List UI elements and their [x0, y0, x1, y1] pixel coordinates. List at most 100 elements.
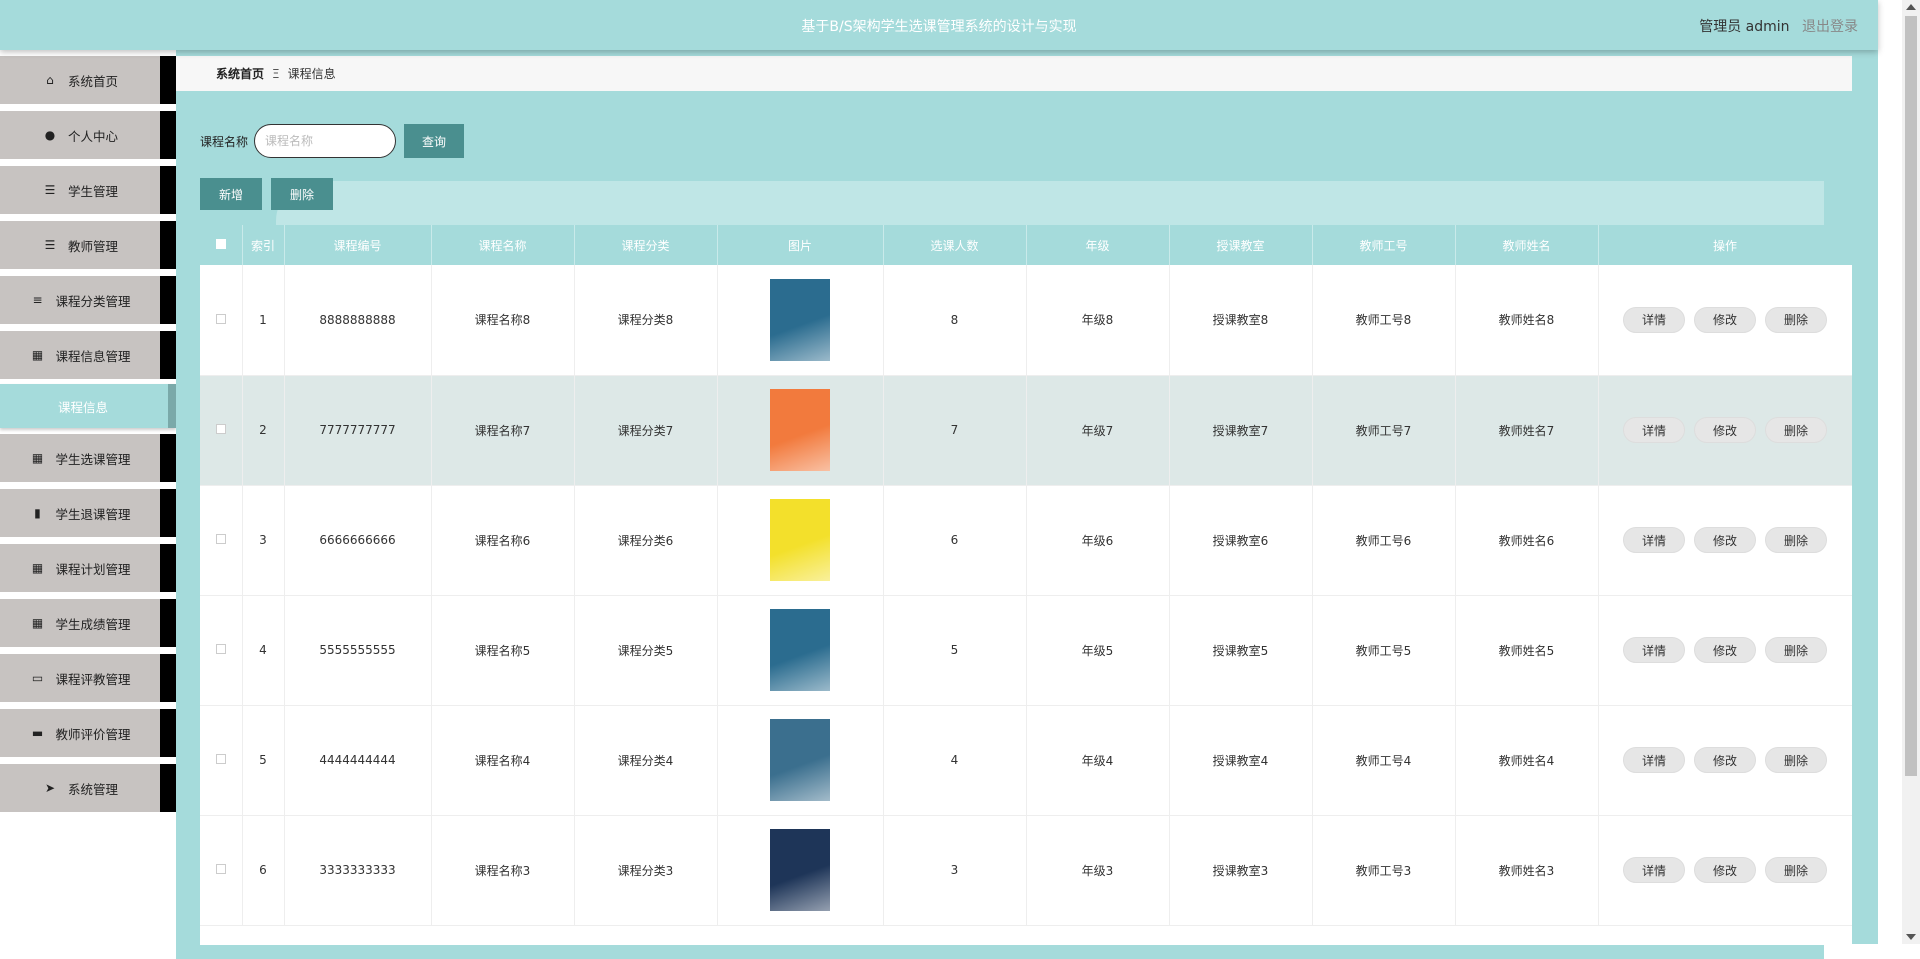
select-all-header	[200, 225, 243, 265]
search-row: 课程名称 查询	[200, 124, 465, 158]
cell-teacher-name: 教师姓名4	[1455, 705, 1599, 816]
sidebar-item-9[interactable]: ▦ 课程计划管理	[0, 544, 176, 592]
detail-button[interactable]: 详情	[1623, 306, 1685, 333]
delete-button[interactable]: 删除	[1765, 306, 1827, 333]
sidebar-item-10[interactable]: ▦ 学生成绩管理	[0, 599, 176, 647]
column-header: 教师工号	[1312, 225, 1456, 265]
sidebar-item-4[interactable]: ≡ 课程分类管理	[0, 276, 176, 324]
row-checkbox[interactable]	[215, 534, 226, 544]
cell-category: 课程分类5	[574, 595, 718, 706]
edit-button[interactable]: 修改	[1694, 527, 1756, 553]
cell-grade: 年级8	[1026, 265, 1170, 376]
cell-count: 8	[883, 265, 1027, 376]
grid-icon: ▦	[31, 451, 44, 465]
table-row: 4 5555555555 课程名称5 课程分类5 5 年级5 授课教室5 教师工号5 教师姓名5…	[200, 595, 1852, 706]
cell-grade: 年级5	[1026, 595, 1170, 706]
cell-name: 课程名称5	[431, 595, 575, 706]
column-header: 授课教室	[1169, 225, 1313, 265]
row-checkbox[interactable]	[215, 313, 226, 324]
add-button[interactable]: 新增	[200, 178, 263, 210]
row-checkbox[interactable]	[215, 644, 226, 654]
sidebar-item-label: 课程信息	[58, 399, 109, 415]
sidebar-item-label: 学生成绩管理	[55, 616, 131, 632]
sidebar-item-13[interactable]: ➤ 系统管理	[0, 764, 176, 812]
delete-button[interactable]: 删除	[1765, 417, 1827, 443]
delete-button[interactable]: 删除	[1765, 857, 1827, 883]
cell-count: 7	[883, 375, 1027, 486]
edit-button[interactable]: 修改	[1694, 417, 1756, 443]
cell-category: 课程分类3	[574, 815, 718, 926]
sidebar-item-1[interactable]: ● 个人中心	[0, 111, 176, 159]
row-actions: 详情 修改 删除	[1599, 417, 1852, 443]
select-all-checkbox[interactable]	[215, 239, 226, 249]
batch-delete-button[interactable]: 删除	[271, 178, 334, 210]
sidebar-item-label: 教师评价管理	[55, 726, 131, 742]
scroll-down-icon[interactable]	[1906, 934, 1916, 940]
sidebar-item-0[interactable]: ⌂ 系统首页	[0, 56, 176, 104]
cell-teacher-name: 教师姓名8	[1455, 265, 1599, 376]
detail-button[interactable]: 详情	[1623, 417, 1685, 443]
cell-grade: 年级4	[1026, 705, 1170, 816]
sidebar-item-label: 个人中心	[67, 128, 118, 144]
detail-button[interactable]: 详情	[1623, 857, 1685, 883]
row-checkbox[interactable]	[215, 424, 226, 434]
cell-code: 4444444444	[284, 705, 432, 816]
edit-button[interactable]: 修改	[1694, 306, 1756, 333]
sidebar-item-8[interactable]: ▮ 学生退课管理	[0, 489, 176, 537]
scrollbar-thumb[interactable]	[1905, 16, 1917, 776]
delete-button[interactable]: 删除	[1765, 747, 1827, 773]
home-icon: ⌂	[46, 73, 54, 87]
sidebar-item-6[interactable]: 课程信息	[0, 384, 176, 428]
breadcrumb-home[interactable]: 系统首页	[216, 65, 264, 82]
detail-button[interactable]: 详情	[1623, 637, 1685, 663]
delete-button[interactable]: 删除	[1765, 527, 1827, 553]
cell-name: 课程名称3	[431, 815, 575, 926]
detail-button[interactable]: 详情	[1623, 747, 1685, 773]
search-label: 课程名称	[200, 134, 249, 149]
sidebar-item-label: 系统管理	[67, 781, 118, 797]
grid-icon: ▦	[31, 616, 44, 630]
decor-band	[276, 181, 1824, 227]
breadcrumb-separator: Ξ	[272, 66, 280, 81]
column-header: 操作	[1598, 225, 1852, 265]
cell-name: 课程名称7	[431, 375, 575, 486]
cell-room: 授课教室4	[1169, 705, 1313, 816]
sliders-icon: ≡	[32, 293, 43, 307]
row-checkbox[interactable]	[215, 864, 226, 874]
sidebar-item-label: 课程评教管理	[55, 671, 131, 687]
cell-room: 授课教室8	[1169, 265, 1313, 376]
cell-code: 8888888888	[284, 265, 432, 376]
cell-index: 5	[242, 705, 285, 816]
edit-button[interactable]: 修改	[1694, 857, 1756, 883]
action-row: 新增 删除	[200, 178, 334, 210]
sidebar-item-12[interactable]: ▬ 教师评价管理	[0, 709, 176, 757]
sidebar-item-11[interactable]: ▭ 课程评教管理	[0, 654, 176, 702]
query-button[interactable]: 查询	[404, 124, 465, 158]
cell-name: 课程名称8	[431, 265, 575, 376]
scroll-up-icon[interactable]	[1906, 4, 1916, 10]
cover-cell	[717, 265, 884, 376]
delete-button[interactable]: 删除	[1765, 637, 1827, 663]
edit-button[interactable]: 修改	[1694, 637, 1756, 663]
logout-link[interactable]: 退出登录	[1802, 19, 1858, 35]
sidebar-item-label: 学生选课管理	[55, 451, 131, 467]
table-row: 6 3333333333 课程名称3 课程分类3 3 年级3 授课教室3 教师工号3 教师姓名3…	[200, 815, 1852, 926]
cell-room: 授课教室5	[1169, 595, 1313, 706]
cell-category: 课程分类6	[574, 485, 718, 596]
course-name-search-input[interactable]	[254, 124, 397, 158]
grid-icon: ▦	[31, 348, 44, 362]
sidebar-item-5[interactable]: ▦ 课程信息管理	[0, 331, 176, 379]
cell-index: 4	[242, 595, 285, 706]
column-header: 图片	[717, 225, 884, 265]
sidebar-item-3[interactable]: ☰ 教师管理	[0, 221, 176, 269]
sidebar-item-7[interactable]: ▦ 学生选课管理	[0, 434, 176, 482]
sidebar-item-label: 课程分类管理	[55, 293, 131, 309]
course-cover-image	[770, 829, 830, 911]
user-icon: ●	[44, 128, 56, 142]
vertical-scrollbar[interactable]	[1902, 0, 1920, 944]
detail-button[interactable]: 详情	[1623, 527, 1685, 553]
row-actions: 详情 修改 删除	[1599, 527, 1852, 553]
row-checkbox[interactable]	[215, 754, 226, 764]
sidebar-item-2[interactable]: ☰ 学生管理	[0, 166, 176, 214]
edit-button[interactable]: 修改	[1694, 747, 1756, 773]
